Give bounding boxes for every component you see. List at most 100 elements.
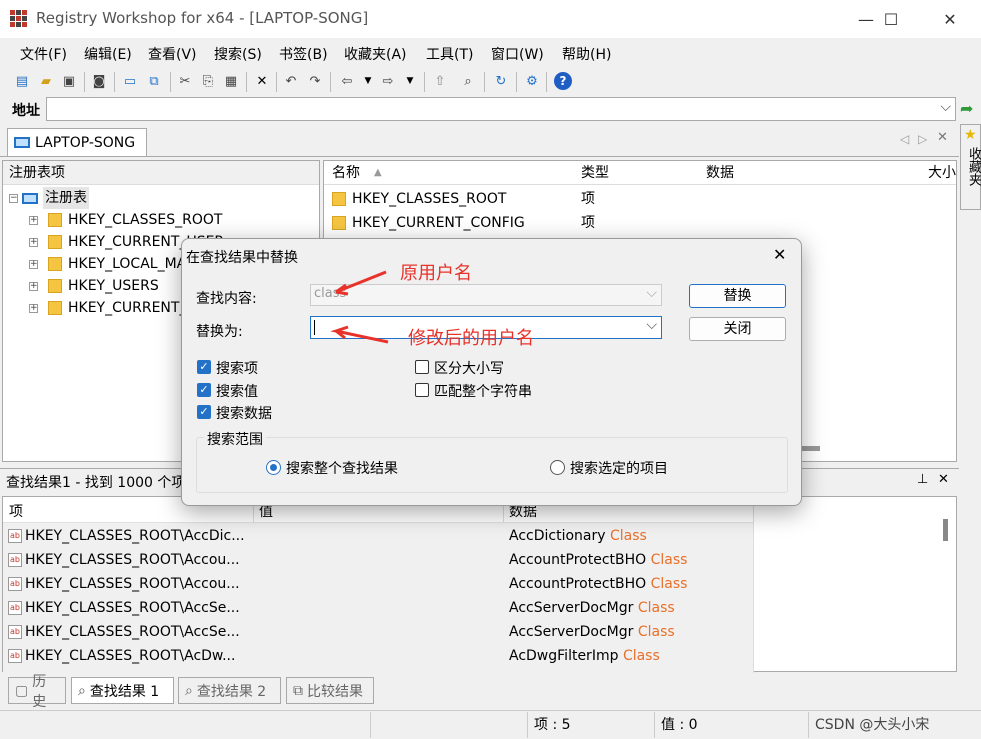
chevron-down-icon[interactable]: ⌵: [940, 99, 951, 115]
app-icon: [10, 10, 28, 28]
scope-selected-radio[interactable]: [550, 460, 565, 475]
value-row[interactable]: HKEY_CURRENT_CONFIG: [332, 212, 525, 234]
menu-edit[interactable]: 编辑(E): [84, 44, 132, 64]
go-icon[interactable]: ➦: [960, 99, 973, 118]
network-icon[interactable]: ⧉: [145, 72, 163, 90]
result-row[interactable]: ab HKEY_CLASSES_ROOT\Accou...: [8, 572, 240, 596]
vertical-scrollbar[interactable]: [943, 519, 948, 541]
maximize-button[interactable]: ☐: [868, 0, 914, 38]
find-icon: ⌕: [78, 682, 86, 699]
replace-button[interactable]: 替换: [689, 284, 786, 308]
column-key[interactable]: 项: [9, 501, 23, 521]
column-name[interactable]: 名称: [332, 161, 360, 185]
cut-icon[interactable]: ✂: [176, 72, 194, 90]
computer-icon: [22, 192, 38, 204]
tab-history[interactable]: ▢ 历史: [8, 674, 66, 710]
result-row[interactable]: ab HKEY_CLASSES_ROOT\AcDw...: [8, 644, 235, 668]
open-icon[interactable]: ▰: [37, 72, 55, 90]
match-case-checkbox[interactable]: [415, 360, 429, 374]
forward-icon[interactable]: ⇨: [379, 72, 397, 90]
back-dropdown-icon[interactable]: ▼: [359, 72, 377, 90]
menu-view[interactable]: 查看(V): [148, 44, 197, 64]
settings-icon[interactable]: ⚙: [523, 72, 541, 90]
address-input[interactable]: ⌵: [46, 97, 956, 121]
expand-icon[interactable]: +: [29, 259, 38, 269]
tab-results-2[interactable]: ⌕ 查找结果 2: [178, 677, 281, 704]
dialog-close-icon[interactable]: ✕: [773, 245, 786, 264]
tab-compare[interactable]: ⧉ 比较结果: [286, 677, 374, 704]
annotation-arrows: [330, 270, 389, 344]
toolbar: ▤ ▰ ▣ ◙ ▭ ⧉ ✂ ⎘ ▦ ✕ ↶ ↷ ⇦ ▼ ⇨ ▼ ⇧ ⌕ ↻ ⚙ …: [0, 68, 981, 96]
tab-close-icon[interactable]: ✕: [937, 130, 948, 145]
compare-icon: ⧉: [293, 682, 303, 699]
results-header: 查找结果1 - 找到 1000 个项: [6, 475, 186, 491]
value-row[interactable]: HKEY_CLASSES_ROOT: [332, 188, 506, 210]
menu-tools[interactable]: 工具(T): [426, 44, 473, 64]
search-keys-checkbox[interactable]: ✓: [197, 360, 211, 374]
tab-prev-icon[interactable]: ◁: [900, 132, 909, 146]
pin-icon[interactable]: ⊥: [917, 472, 928, 487]
save-icon[interactable]: ▣: [60, 72, 78, 90]
result-row[interactable]: ab HKEY_CLASSES_ROOT\AccSe...: [8, 620, 240, 644]
tab-laptop-song[interactable]: LAPTOP-SONG: [7, 128, 147, 156]
find-icon: ⌕: [185, 682, 193, 699]
computer-icon[interactable]: ▭: [121, 72, 139, 90]
column-size[interactable]: 大小: [928, 161, 956, 185]
result-row[interactable]: ab HKEY_CLASSES_ROOT\AccSe...: [8, 596, 240, 620]
close-window-button[interactable]: ✕: [927, 0, 973, 38]
tree-root[interactable]: − 注册表: [9, 187, 89, 209]
scope-group: [196, 437, 788, 493]
folder-icon: [48, 301, 62, 315]
favorites-side-tab[interactable]: ★ 收藏夹: [960, 124, 981, 210]
column-data[interactable]: 数据: [706, 161, 734, 185]
menu-window[interactable]: 窗口(W): [491, 44, 544, 64]
result-row[interactable]: ab HKEY_CLASSES_ROOT\Accou...: [8, 548, 240, 572]
collapse-icon[interactable]: −: [9, 193, 18, 203]
tab-results-1[interactable]: ⌕ 查找结果 1: [71, 677, 174, 704]
camera-icon[interactable]: ◙: [90, 72, 108, 90]
expand-icon[interactable]: +: [29, 215, 38, 225]
search-values-checkbox[interactable]: ✓: [197, 383, 211, 397]
menu-favorites[interactable]: 收藏夹(A): [344, 44, 407, 64]
undo-icon[interactable]: ↶: [282, 72, 300, 90]
expand-icon[interactable]: +: [29, 281, 38, 291]
string-value-icon: ab: [8, 577, 22, 591]
tree-item[interactable]: + HKEY_CLASSES_ROOT: [29, 209, 222, 231]
expand-icon[interactable]: +: [29, 237, 38, 247]
scope-all-radio[interactable]: [266, 460, 281, 475]
results-close-icon[interactable]: ✕: [938, 472, 949, 487]
tab-next-icon[interactable]: ▷: [918, 132, 927, 146]
result-key: HKEY_CLASSES_ROOT\AccDic...: [25, 528, 245, 544]
expand-icon[interactable]: +: [29, 303, 38, 313]
match-whole-checkbox[interactable]: [415, 383, 429, 397]
menu-help[interactable]: 帮助(H): [562, 44, 611, 64]
chevron-down-icon[interactable]: ⌵: [646, 285, 657, 301]
column-type[interactable]: 类型: [581, 161, 609, 185]
chevron-down-icon[interactable]: ⌵: [646, 317, 657, 333]
close-button[interactable]: 关闭: [689, 317, 786, 341]
delete-icon[interactable]: ✕: [253, 72, 271, 90]
result-key: HKEY_CLASSES_ROOT\AccSe...: [25, 624, 240, 640]
sort-up-icon: ▲: [374, 167, 382, 178]
redo-icon[interactable]: ↷: [306, 72, 324, 90]
folder-icon: [332, 216, 346, 230]
copy-icon[interactable]: ⎘: [199, 72, 217, 90]
tree-item[interactable]: + HKEY_USERS: [29, 275, 159, 297]
search-data-checkbox[interactable]: ✓: [197, 405, 211, 419]
paste-icon[interactable]: ▦: [222, 72, 240, 90]
menu-bookmarks[interactable]: 书签(B): [279, 44, 328, 64]
menu-search[interactable]: 搜索(S): [214, 44, 262, 64]
result-row[interactable]: ab HKEY_CLASSES_ROOT\AccDic...: [8, 524, 245, 548]
menu-file[interactable]: 文件(F): [20, 44, 67, 64]
computer-icon: [14, 137, 30, 148]
match-whole-label: 匹配整个字符串: [434, 384, 532, 400]
new-icon[interactable]: ▤: [13, 72, 31, 90]
forward-dropdown-icon[interactable]: ▼: [401, 72, 419, 90]
up-icon[interactable]: ⇧: [431, 72, 449, 90]
refresh-icon[interactable]: ↻: [492, 72, 510, 90]
find-icon[interactable]: ⌕: [459, 72, 477, 90]
star-icon: ★: [964, 127, 977, 143]
help-icon[interactable]: ?: [554, 72, 572, 90]
string-value-icon: ab: [8, 601, 22, 615]
back-icon[interactable]: ⇦: [338, 72, 356, 90]
